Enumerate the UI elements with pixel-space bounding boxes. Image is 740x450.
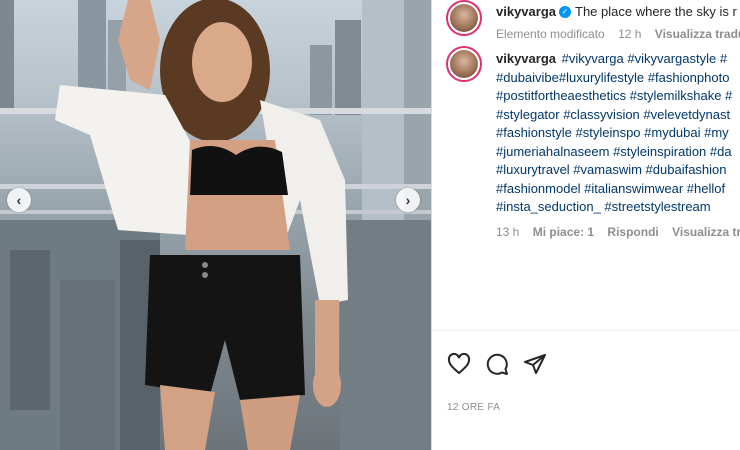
post-timestamp[interactable]: 12 ORE FA	[447, 402, 500, 413]
post-photo[interactable]: ‹ ›	[0, 0, 431, 450]
see-translation-link[interactable]: Visualizza tradu	[672, 225, 740, 239]
caption-time[interactable]: 12 h	[618, 27, 641, 41]
hashtag-line[interactable]: #dubaivibe#luxurylifestyle #fashionphoto	[496, 69, 740, 88]
share-icon[interactable]	[523, 352, 547, 376]
carousel-next-button[interactable]: ›	[396, 188, 420, 212]
heart-icon[interactable]	[447, 352, 471, 376]
action-bar	[447, 352, 547, 376]
carousel-prev-button[interactable]: ‹	[7, 188, 31, 212]
hashtag-line[interactable]: #luxurytravel #vamaswim #dubaifashion	[496, 161, 740, 180]
hashtag-line[interactable]: #vikyvarga #vikyvargastyle #	[562, 51, 727, 66]
hashtag-line[interactable]: #insta_seduction_ #streetstylestream	[496, 198, 740, 217]
avatar[interactable]	[446, 0, 482, 36]
photo-scene	[0, 0, 431, 450]
hashtag-line[interactable]: #jumeriahalnaseem #styleinspiration #da	[496, 143, 740, 162]
see-translation-link[interactable]: Visualizza traduzi	[655, 27, 740, 41]
avatar[interactable]	[446, 46, 482, 82]
hashtag-line[interactable]: #fashionmodel #italianswimwear #hellof	[496, 180, 740, 199]
actions-divider	[432, 330, 740, 331]
chevron-left-icon: ‹	[16, 192, 22, 208]
hashtag-line[interactable]: #stylegator #classyvision #velevetdynast	[496, 106, 740, 125]
comment-username[interactable]: vikyvarga	[496, 51, 556, 66]
comments-panel: vikyvarga ✓ The place where the sky is r E…	[432, 0, 740, 450]
edited-label: Elemento modificato	[496, 27, 605, 41]
chevron-right-icon: ›	[405, 192, 411, 208]
caption-username[interactable]: vikyvarga	[496, 4, 556, 19]
comment-icon[interactable]	[485, 352, 509, 376]
reply-button[interactable]: Rispondi	[607, 225, 658, 239]
hashtag-line[interactable]: #postitfortheaesthetics #stylemilkshake …	[496, 87, 740, 106]
caption-text: The place where the sky is r	[575, 4, 737, 19]
comment-time[interactable]: 13 h	[496, 225, 519, 239]
hashtag-line[interactable]: #fashionstyle #styleinspo #mydubai #my	[496, 124, 740, 143]
comment-likes[interactable]: Mi piace: 1	[533, 225, 594, 239]
verified-badge-icon: ✓	[559, 5, 571, 18]
